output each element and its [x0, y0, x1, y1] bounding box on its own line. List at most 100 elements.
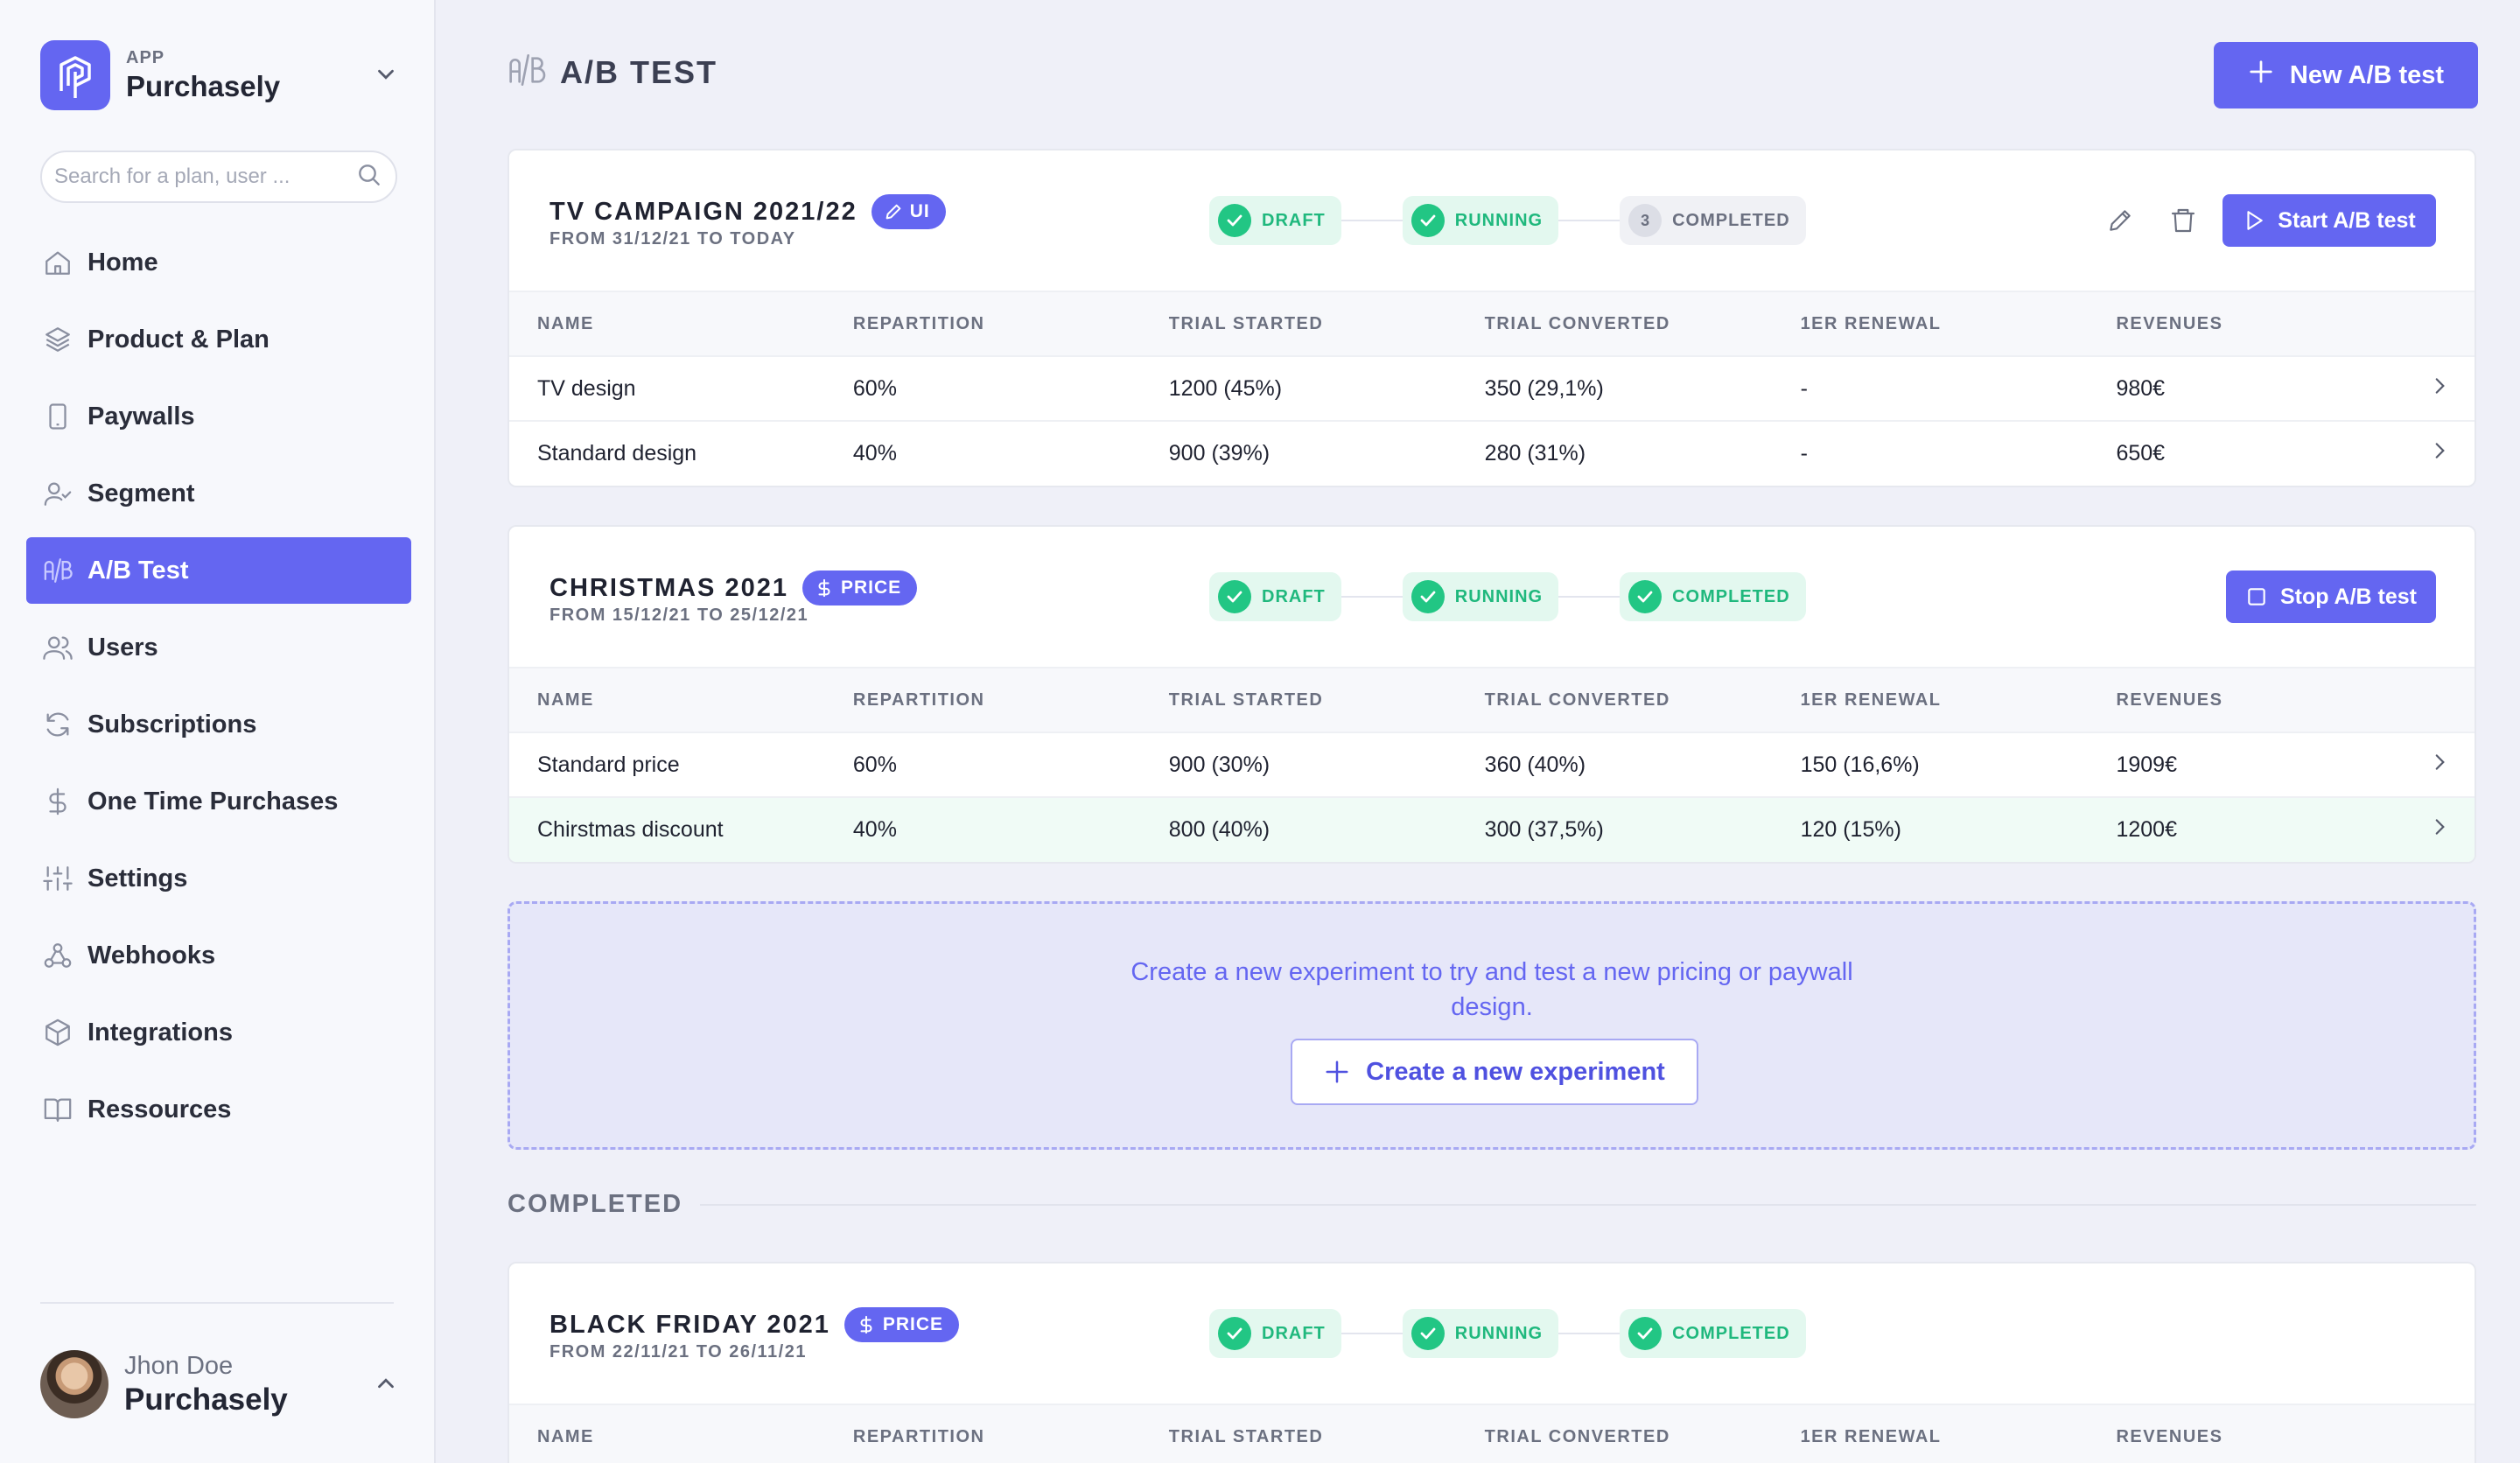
start-ab-test-button[interactable]: Start A/B test	[2222, 194, 2436, 247]
step-label: DRAFT	[1262, 1323, 1326, 1343]
cell-renewal: 120 (15%)	[1772, 796, 2089, 862]
create-experiment-button[interactable]: Create a new experiment	[1291, 1039, 1698, 1105]
sidebar-item-label: Subscriptions	[88, 710, 257, 738]
status-stepper: DRAFT RUNNING COMPLETED	[1209, 572, 1806, 621]
cell-trial-started: 800 (40%)	[1140, 796, 1457, 862]
cell-repartition: 60%	[824, 732, 1141, 797]
sidebar-item-segment[interactable]: Segment	[26, 460, 411, 527]
webhook-icon	[40, 938, 75, 973]
sidebar-item-label: Product & Plan	[88, 325, 270, 354]
cell-trial-converted: 360 (40%)	[1456, 732, 1773, 797]
type-badge-label: PRICE	[882, 1314, 944, 1334]
stop-ab-test-button[interactable]: Stop A/B test	[2226, 570, 2436, 623]
column-header: NAME	[509, 1404, 825, 1463]
experiment-dates: FROM 22/11/21 TO 26/11/21	[550, 1342, 807, 1362]
sidebar-item-webhooks[interactable]: Webhooks	[26, 922, 411, 989]
page-header: A/B TEST	[508, 52, 718, 92]
search-box	[40, 150, 397, 203]
chevron-right-icon[interactable]	[2404, 732, 2474, 797]
step-running: RUNNING	[1402, 1309, 1559, 1358]
dollar-icon	[818, 578, 830, 598]
sidebar-item-settings[interactable]: Settings	[26, 845, 411, 912]
column-header: REVENUES	[2088, 290, 2404, 356]
sidebar-item-paywalls[interactable]: Paywalls	[26, 383, 411, 450]
sidebar-item-home[interactable]: Home	[26, 229, 411, 296]
sidebar-item-label: Integrations	[88, 1018, 233, 1046]
ab-test-icon	[40, 553, 75, 588]
sidebar-item-ressources[interactable]: Ressources	[26, 1076, 411, 1143]
cell-repartition: 40%	[824, 796, 1141, 862]
sidebar-item-one-time-purchases[interactable]: One Time Purchases	[26, 768, 411, 835]
experiment-card: TV CAMPAIGN 2021/22 UI FROM 31/12/21 TO …	[508, 149, 2476, 487]
app-eyebrow: APP	[126, 47, 165, 67]
status-stepper: DRAFT RUNNING 3 COMPLETED	[1209, 196, 1806, 245]
check-icon	[1218, 204, 1251, 237]
table-row[interactable]: Chirstmas discount 40% 800 (40%) 300 (37…	[509, 796, 2474, 862]
book-icon	[40, 1092, 75, 1127]
new-ab-test-button[interactable]: New A/B test	[2214, 42, 2478, 108]
chevron-right-icon[interactable]	[2404, 796, 2474, 862]
variants-table: NAME REPARTITION TRIAL STARTED TRIAL CON…	[509, 667, 2474, 862]
column-header: TRIAL STARTED	[1140, 667, 1457, 732]
sidebar-divider	[40, 1302, 394, 1304]
layers-icon	[40, 322, 75, 357]
chevron-down-icon[interactable]	[373, 61, 399, 92]
cell-name: Chirstmas discount	[509, 796, 825, 862]
users-icon	[40, 630, 75, 665]
experiment-card: CHRISTMAS 2021 PRICE FROM 15/12/21 TO 25…	[508, 525, 2476, 864]
section-title: COMPLETED	[508, 1190, 683, 1218]
type-badge-label: UI	[909, 201, 930, 221]
sidebar-item-integrations[interactable]: Integrations	[26, 999, 411, 1066]
app-name: Purchasely	[126, 69, 281, 102]
card-actions: Start A/B test	[2096, 194, 2436, 247]
table-row[interactable]: TV design 60% 1200 (45%) 350 (29,1%) - 9…	[509, 355, 2474, 421]
column-header: NAME	[509, 667, 825, 732]
sidebar-item-subscriptions[interactable]: Subscriptions	[26, 691, 411, 758]
cell-name: Standard design	[509, 420, 825, 486]
check-icon	[1218, 580, 1251, 613]
step-connector	[1340, 596, 1403, 598]
step-running: RUNNING	[1402, 196, 1559, 245]
trash-icon[interactable]	[2160, 197, 2207, 244]
chevron-right-icon[interactable]	[2404, 355, 2474, 421]
check-icon	[1628, 580, 1662, 613]
check-icon	[1410, 204, 1445, 237]
column-header: TRIAL STARTED	[1140, 1404, 1457, 1463]
app-switcher[interactable]: APP Purchasely	[40, 40, 399, 110]
user-menu[interactable]: Jhon Doe Purchasely	[40, 1349, 399, 1419]
column-header-empty	[2404, 667, 2474, 732]
user-check-icon	[40, 476, 75, 511]
sidebar-item-users[interactable]: Users	[26, 614, 411, 681]
column-header: REPARTITION	[824, 1404, 1141, 1463]
sliders-icon	[40, 861, 75, 896]
sidebar-item-product-plan[interactable]: Product & Plan	[26, 306, 411, 373]
cell-repartition: 60%	[824, 355, 1141, 421]
chevron-right-icon[interactable]	[2404, 420, 2474, 486]
step-label: COMPLETED	[1672, 1323, 1790, 1343]
column-header: TRIAL STARTED	[1140, 290, 1457, 356]
cell-renewal: -	[1772, 355, 2089, 421]
column-header-empty	[2404, 1404, 2474, 1463]
table-row[interactable]: Standard price 60% 900 (30%) 360 (40%) 1…	[509, 732, 2474, 797]
step-label: DRAFT	[1262, 586, 1326, 606]
cell-revenues: 1909€	[2088, 732, 2404, 797]
type-badge-label: PRICE	[840, 578, 902, 598]
step-label: COMPLETED	[1672, 210, 1790, 230]
sidebar-item-ab-test[interactable]: A/B Test	[26, 537, 411, 604]
table-header-row: NAME REPARTITION TRIAL STARTED TRIAL CON…	[509, 290, 2474, 356]
search-input[interactable]	[54, 164, 355, 189]
phone-icon	[40, 399, 75, 434]
cell-trial-started: 900 (30%)	[1140, 732, 1457, 797]
section-divider	[700, 1203, 2476, 1206]
user-org: Purchasely	[124, 1382, 288, 1417]
check-icon	[1218, 1317, 1251, 1350]
chevron-up-icon[interactable]	[373, 1370, 399, 1401]
type-badge: PRICE	[844, 1307, 960, 1342]
table-row[interactable]: Standard design 40% 900 (39%) 280 (31%) …	[509, 420, 2474, 486]
search-icon[interactable]	[355, 161, 383, 193]
cell-renewal: 150 (16,6%)	[1772, 732, 2089, 797]
completed-section-header: COMPLETED	[508, 1190, 2476, 1219]
experiment-dates: FROM 15/12/21 TO 25/12/21	[550, 606, 809, 625]
plus-icon	[2248, 59, 2274, 92]
edit-icon[interactable]	[2096, 197, 2144, 244]
